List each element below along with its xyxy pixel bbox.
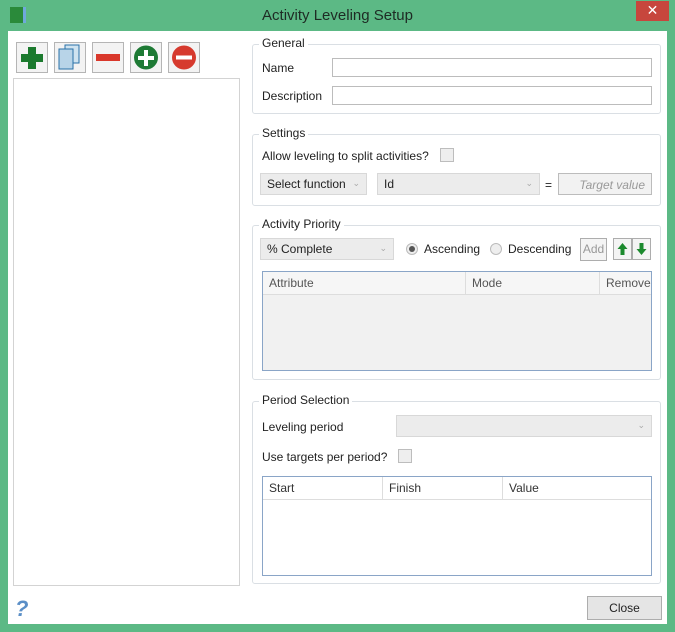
activity-priority-group: Activity Priority % Complete ⌄ Ascending … <box>252 217 661 380</box>
descending-radio[interactable] <box>490 243 502 255</box>
window-close-button[interactable]: ✕ <box>636 1 669 21</box>
add-icon <box>21 47 43 69</box>
setup-list[interactable] <box>13 78 240 586</box>
field-select[interactable]: Id ⌄ <box>377 173 540 195</box>
ascending-label: Ascending <box>424 242 481 256</box>
arrow-up-icon <box>617 243 628 255</box>
add-circle-icon <box>134 45 158 70</box>
help-icon[interactable]: ? <box>15 596 35 621</box>
field-value: Id <box>384 177 395 191</box>
column-finish[interactable]: Finish <box>383 477 503 500</box>
dialog-window: Activity Leveling Setup ✕ General Name D… <box>0 0 675 632</box>
chevron-down-icon: ⌄ <box>379 243 387 253</box>
arrow-down-icon <box>636 243 647 255</box>
description-input[interactable] <box>332 86 652 105</box>
priority-table[interactable]: Attribute Mode Remove <box>262 271 652 371</box>
targets-label: Use targets per period? <box>262 450 388 464</box>
remove-button[interactable] <box>92 42 124 73</box>
period-table[interactable]: Start Finish Value <box>262 476 652 576</box>
description-label: Description <box>262 89 323 103</box>
split-label: Allow leveling to split activities? <box>262 149 429 163</box>
settings-group: Settings Allow leveling to split activit… <box>252 126 661 206</box>
function-select[interactable]: Select function ⌄ <box>260 173 367 195</box>
add-row-button[interactable] <box>130 42 162 73</box>
add-priority-button[interactable]: Add <box>580 238 607 261</box>
attribute-select[interactable]: % Complete ⌄ <box>260 238 394 260</box>
name-input[interactable] <box>332 58 652 77</box>
column-remove[interactable]: Remove <box>600 272 651 295</box>
targets-checkbox[interactable] <box>398 449 412 463</box>
column-mode[interactable]: Mode <box>466 272 600 295</box>
attribute-value: % Complete <box>267 242 333 256</box>
target-value-input[interactable]: Target value <box>558 173 652 195</box>
equals-label: = <box>545 178 553 192</box>
general-group: General Name Description <box>252 36 661 114</box>
window-title: Activity Leveling Setup <box>262 7 413 24</box>
remove-icon <box>96 54 120 61</box>
chevron-down-icon: ⌄ <box>637 420 645 430</box>
period-legend: Period Selection <box>259 393 353 407</box>
settings-legend: Settings <box>259 126 309 140</box>
close-button[interactable]: Close <box>587 596 662 620</box>
chevron-down-icon: ⌄ <box>352 178 360 188</box>
move-up-button[interactable] <box>613 238 632 260</box>
remove-row-button[interactable] <box>168 42 200 73</box>
descending-label: Descending <box>508 242 572 256</box>
general-legend: General <box>259 36 308 50</box>
period-selection-group: Period Selection Leveling period ⌄ Use t… <box>252 393 661 584</box>
copy-button[interactable] <box>54 42 86 73</box>
column-attribute[interactable]: Attribute <box>263 272 466 295</box>
priority-legend: Activity Priority <box>259 217 344 231</box>
remove-circle-icon <box>172 45 196 70</box>
split-checkbox[interactable] <box>440 148 454 162</box>
function-value: Select function <box>267 177 346 191</box>
leveling-period-select[interactable]: ⌄ <box>396 415 652 437</box>
column-start[interactable]: Start <box>263 477 383 500</box>
chevron-down-icon: ⌄ <box>525 178 533 188</box>
leveling-period-label: Leveling period <box>262 420 344 434</box>
column-value[interactable]: Value <box>503 477 651 500</box>
ascending-radio[interactable] <box>406 243 418 255</box>
add-button[interactable] <box>16 42 48 73</box>
copy-icon <box>58 44 80 70</box>
move-down-button[interactable] <box>632 238 651 260</box>
name-label: Name <box>262 61 295 75</box>
